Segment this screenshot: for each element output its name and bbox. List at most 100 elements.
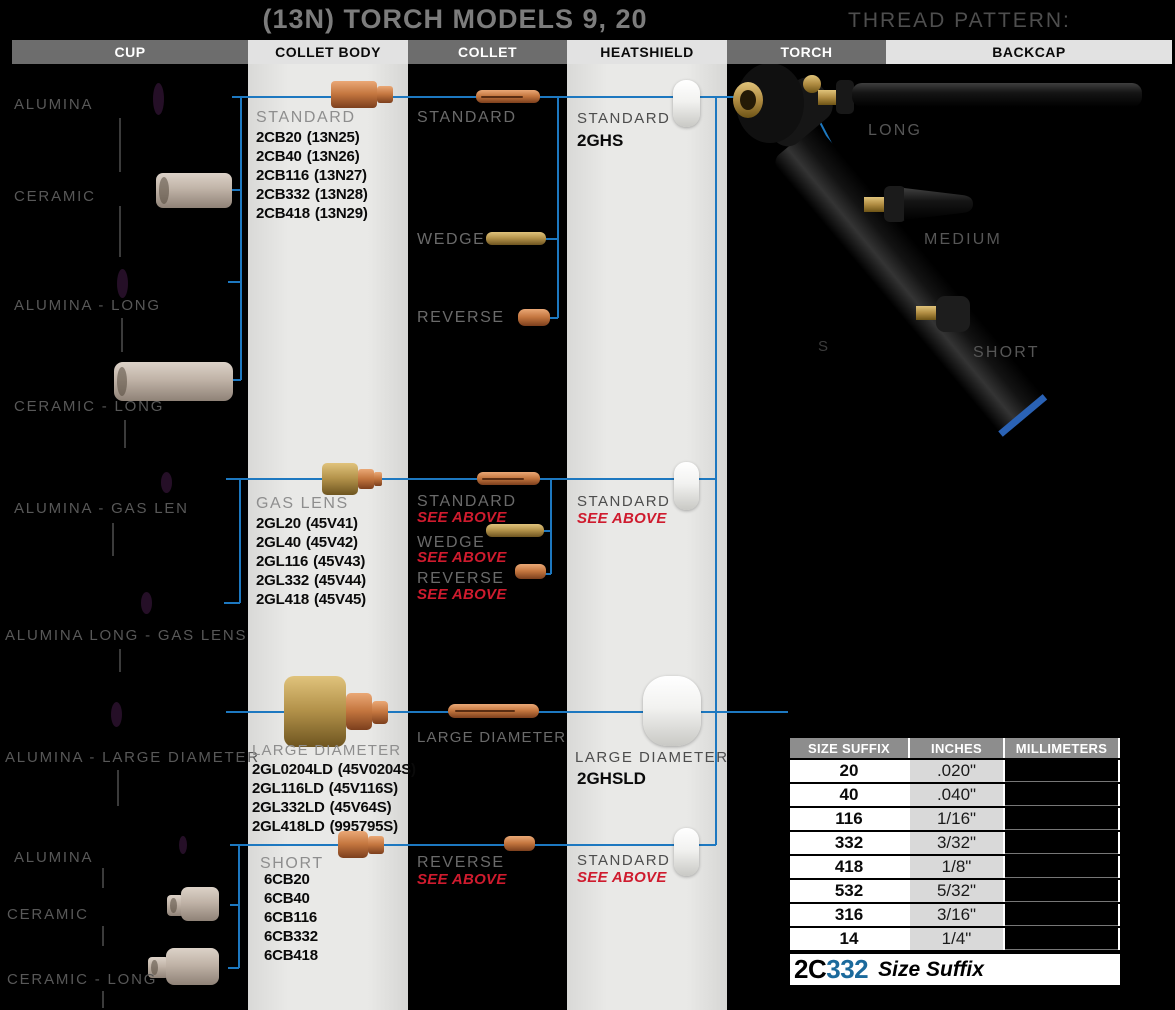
column-header-collet-body: COLLET BODY xyxy=(248,40,408,64)
heatshield-standard-image xyxy=(673,80,700,127)
label-connector-lines xyxy=(103,118,125,1008)
column-header-torch: TORCH xyxy=(727,40,886,64)
millimeters-cell xyxy=(1005,880,1118,902)
heatshield-standard-mid-label: STANDARD xyxy=(577,493,670,510)
heatshield-standard-mid-image xyxy=(674,462,699,510)
part-code: 2CB116(13N27) xyxy=(256,166,368,185)
collet-body-gas-lens-list: 2GL20(45V41) 2GL40(45V42) 2GL116(45V43) … xyxy=(256,514,366,609)
cup-alumina-image xyxy=(150,78,232,120)
collet-body-large-diameter-heading: LARGE DIAMETER xyxy=(252,742,401,759)
example-label: Size Suffix xyxy=(878,958,984,982)
millimeters-cell xyxy=(1005,928,1118,950)
collet-standard-label: STANDARD xyxy=(417,109,517,127)
part-code: 6CB332 xyxy=(264,927,318,946)
inches-cell: 3/16" xyxy=(910,904,1003,926)
cup-label-ceramic: CERAMIC xyxy=(14,188,96,205)
heatshield-standard-label: STANDARD xyxy=(577,110,670,127)
heatshield-standard-mid-note: SEE ABOVE xyxy=(577,510,667,527)
size-suffix-cell: 20 xyxy=(790,760,908,782)
collet-body-standard-list: 2CB20(13N25) 2CB40(13N26) 2CB116(13N27) … xyxy=(256,128,368,223)
cup-label-alumina-long-gas-lens: ALUMINA LONG - GAS LENS xyxy=(5,627,247,644)
cup-label-alumina: ALUMINA xyxy=(14,96,93,113)
part-code: 2GL116LD(45V116S) xyxy=(252,779,416,798)
part-code: 2GL20(45V41) xyxy=(256,514,366,533)
collet-body-large-diameter-step xyxy=(346,693,372,730)
table-row: 316 3/16" xyxy=(790,904,1120,926)
collet-body-gas-lens-heading: GAS LENS xyxy=(256,495,349,513)
cup-label-alumina-short: ALUMINA xyxy=(14,849,93,866)
inches-cell: 3/32" xyxy=(910,832,1003,854)
cup-ceramic-short-image xyxy=(181,887,219,921)
cup-label-alumina-long: ALUMINA - LONG xyxy=(14,297,161,314)
heatshield-large-diameter-label: LARGE DIAMETER xyxy=(575,749,729,766)
millimeters-cell xyxy=(1005,784,1118,806)
part-code: 2CB418(13N29) xyxy=(256,204,368,223)
inches-header: INCHES xyxy=(910,738,1003,758)
size-suffix-cell: 332 xyxy=(790,832,908,854)
part-code: 6CB418 xyxy=(264,946,318,965)
cup-label-ceramic-long: CERAMIC - LONG xyxy=(14,398,164,415)
part-code: 2CB20(13N25) xyxy=(256,128,368,147)
cup-ceramic-long-image xyxy=(114,362,233,401)
inches-cell: 1/4" xyxy=(910,928,1003,950)
heatshield-large-diameter-image xyxy=(643,676,701,746)
collet-body-gas-lens-image xyxy=(322,463,358,495)
collet-standard-mid-note: SEE ABOVE xyxy=(417,509,507,526)
page-title: (13N) TORCH MODELS 9, 20 xyxy=(150,4,760,35)
cup-alumina-long-gas-lens-image xyxy=(168,576,230,627)
collet-large-diameter-image xyxy=(448,704,539,718)
heatshield-large-diameter-code: 2GHSLD xyxy=(577,769,646,789)
example-highlight: 332 xyxy=(826,954,868,985)
table-row: 532 5/32" xyxy=(790,880,1120,902)
column-header-heatshield: HEATSHIELD xyxy=(567,40,727,64)
collet-standard-image xyxy=(476,90,540,103)
collet-reverse-image xyxy=(518,309,550,326)
part-code: 2CB332(13N28) xyxy=(256,185,368,204)
cup-label-alumina-gas-lens: ALUMINA - GAS LEN xyxy=(14,500,189,517)
table-header-row: SIZE SUFFIX INCHES MILLIMETERS xyxy=(790,738,1120,758)
size-suffix-example: 2C332 Size Suffix xyxy=(790,954,1120,985)
part-code: 2GL0204LD(45V0204S) xyxy=(252,760,416,779)
collet-body-gas-lens-screw xyxy=(358,469,374,489)
example-prefix: 2C xyxy=(794,954,826,985)
part-code: 2GL40(45V42) xyxy=(256,533,366,552)
size-suffix-cell: 40 xyxy=(790,784,908,806)
cup-ceramic-long-short-image xyxy=(166,948,219,985)
part-code: 6CB40 xyxy=(264,889,318,908)
cup-label-alumina-large-diameter: ALUMINA - LARGE DIAMETER xyxy=(5,749,260,766)
collet-body-large-diameter-list: 2GL0204LD(45V0204S) 2GL116LD(45V116S) 2G… xyxy=(252,760,416,836)
collet-body-short-screw xyxy=(368,836,384,854)
collet-standard-mid-image xyxy=(477,472,540,485)
backcap-medium-label: MEDIUM xyxy=(924,231,1002,249)
inches-cell: .020" xyxy=(910,760,1003,782)
cup-alumina-short-image xyxy=(192,823,228,863)
cup-ceramic-image xyxy=(156,173,232,208)
millimeters-cell xyxy=(1005,856,1118,878)
collet-reverse-bottom-note: SEE ABOVE xyxy=(417,871,507,888)
table-row: 332 3/32" xyxy=(790,832,1120,854)
table-row: 418 1/8" xyxy=(790,856,1120,878)
cup-alumina-large-diameter-image xyxy=(134,674,229,749)
table-row: 14 1/4" xyxy=(790,928,1120,950)
stray-character: S xyxy=(818,338,830,355)
collet-body-standard-heading: STANDARD xyxy=(256,109,356,127)
size-suffix-cell: 14 xyxy=(790,928,908,950)
cup-alumina-gas-lens-image xyxy=(180,457,232,506)
inches-cell: .040" xyxy=(910,784,1003,806)
part-code: 2GL418LD(995795S) xyxy=(252,817,416,836)
millimeters-cell xyxy=(1005,832,1118,854)
backcap-short-label: SHORT xyxy=(973,344,1040,362)
collet-reverse-bottom-image xyxy=(504,836,535,851)
part-code: 6CB20 xyxy=(264,870,318,889)
cup-label-ceramic-long-short: CERAMIC - LONG xyxy=(7,971,157,988)
torch-image xyxy=(733,63,1047,437)
heatshield-standard-bottom-label: STANDARD xyxy=(577,852,670,869)
cup-label-ceramic-short: CERAMIC xyxy=(7,906,89,923)
collet-wedge-label: WEDGE xyxy=(417,231,485,249)
page: { "header": { "title": "(13N) TORCH MODE… xyxy=(0,0,1175,1010)
backcap-long-label: LONG xyxy=(868,122,922,140)
part-code: 2GL116(45V43) xyxy=(256,552,366,571)
collet-reverse-bottom-label: REVERSE xyxy=(417,854,505,872)
size-suffix-cell: 116 xyxy=(790,808,908,830)
inches-cell: 1/16" xyxy=(910,808,1003,830)
